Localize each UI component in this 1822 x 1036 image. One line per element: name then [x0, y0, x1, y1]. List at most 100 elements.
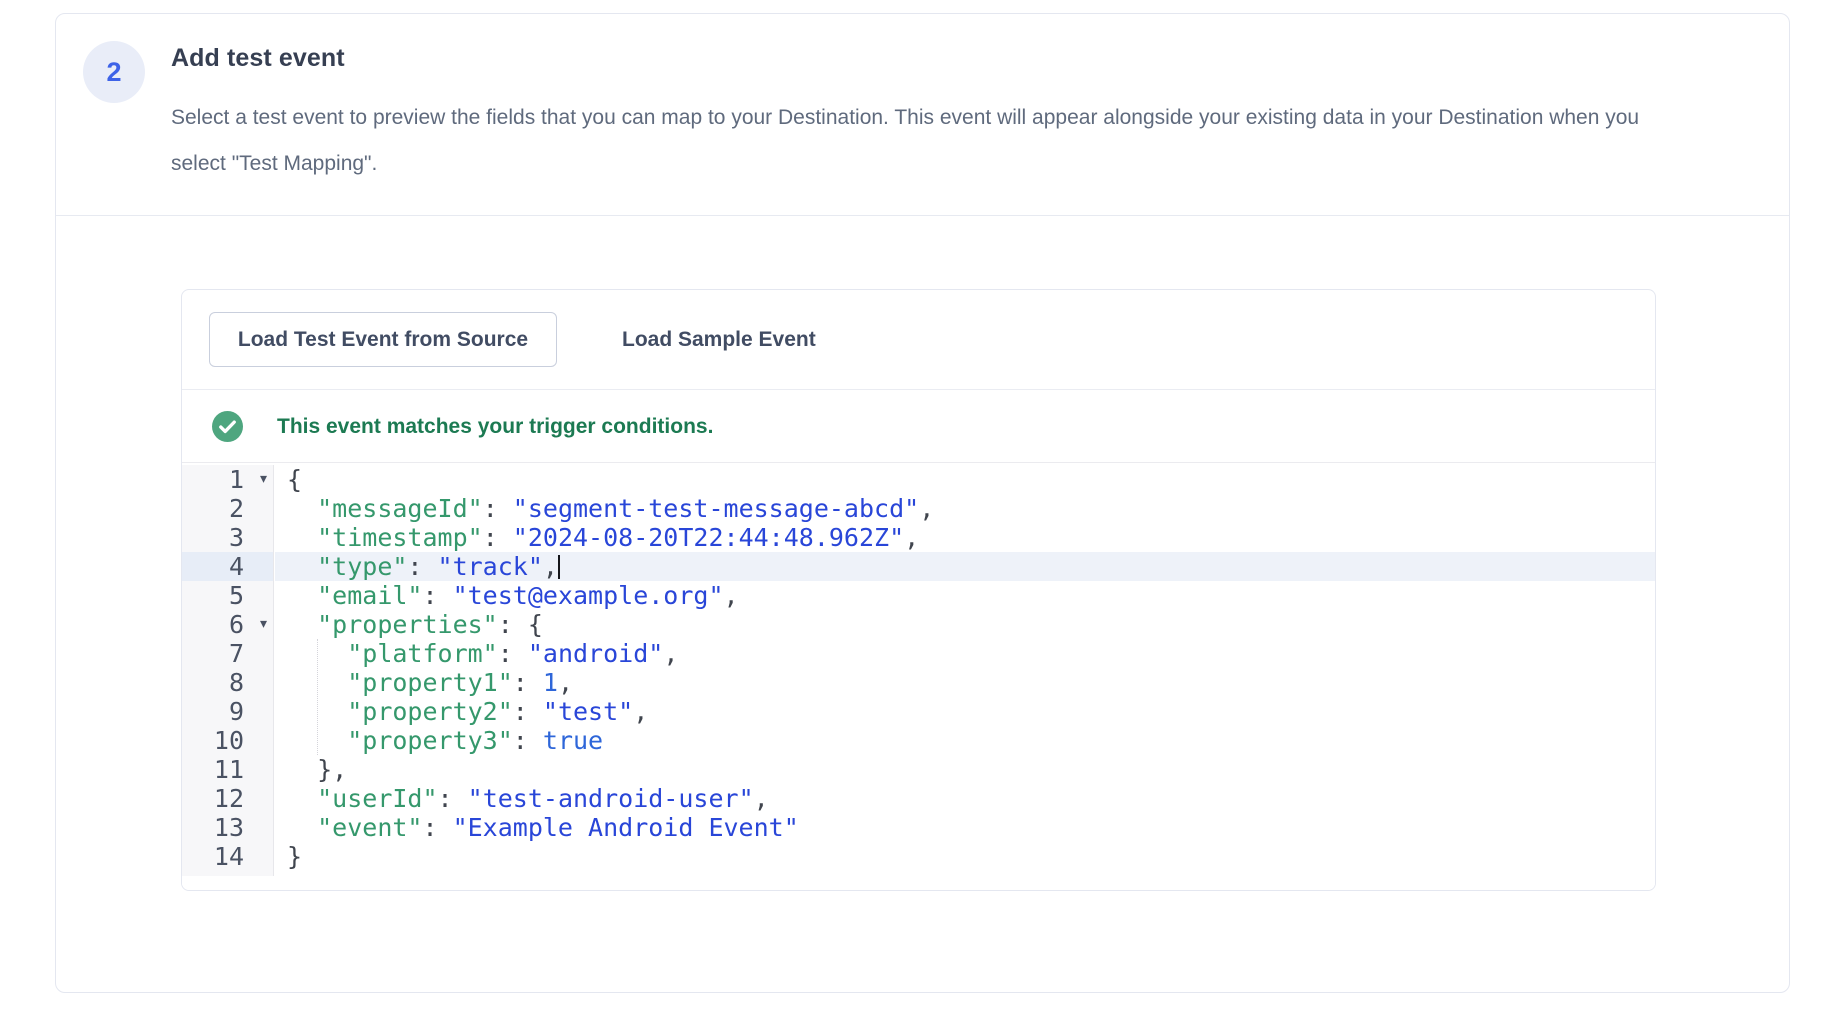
code-line[interactable]: "timestamp": "2024-08-20T22:44:48.962Z",: [275, 523, 1655, 552]
code-token: "property1": [347, 668, 513, 697]
gutter-line: 7: [182, 639, 273, 668]
code-token: "test": [543, 697, 633, 726]
code-line[interactable]: "property1": 1,: [275, 668, 1655, 697]
code-token: "timestamp": [317, 523, 483, 552]
step-description: Select a test event to preview the field…: [171, 95, 1641, 187]
text-cursor: [558, 555, 560, 579]
line-number: 4: [182, 552, 273, 581]
code-lines: { "messageId": "segment-test-message-abc…: [275, 465, 1655, 871]
code-line[interactable]: }: [275, 842, 1655, 871]
code-line[interactable]: "event": "Example Android Event": [275, 813, 1655, 842]
line-number: 10: [182, 726, 273, 755]
code-token: :: [407, 552, 437, 581]
gutter-line: 6▾: [182, 610, 273, 639]
gutter-line: 12: [182, 784, 273, 813]
fold-arrow-icon[interactable]: ▾: [260, 465, 267, 494]
load-sample-event-button[interactable]: Load Sample Event: [622, 312, 816, 367]
test-event-panel: Load Test Event from Source Load Sample …: [181, 289, 1656, 891]
code-token: ,: [633, 697, 648, 726]
code-line[interactable]: "platform": "android",: [275, 639, 1655, 668]
code-token: "2024-08-20T22:44:48.962Z": [513, 523, 904, 552]
line-number: 13: [182, 813, 273, 842]
gutter-line: 8: [182, 668, 273, 697]
status-message: This event matches your trigger conditio…: [277, 390, 713, 463]
code-line[interactable]: "type": "track",: [275, 552, 1655, 581]
line-number: 8: [182, 668, 273, 697]
code-token: "property2": [347, 697, 513, 726]
code-line[interactable]: "properties": {: [275, 610, 1655, 639]
line-number: 14: [182, 842, 273, 871]
code-token: [287, 581, 317, 610]
code-token: "Example Android Event": [453, 813, 799, 842]
code-token: "test@example.org": [453, 581, 724, 610]
code-line[interactable]: "property2": "test",: [275, 697, 1655, 726]
code-line[interactable]: },: [275, 755, 1655, 784]
line-number: 12: [182, 784, 273, 813]
code-token: "email": [317, 581, 422, 610]
code-line[interactable]: "property3": true: [275, 726, 1655, 755]
gutter-line: 4: [182, 552, 273, 581]
code-token: "type": [317, 552, 407, 581]
code-token: [287, 813, 317, 842]
gutter-line: 9: [182, 697, 273, 726]
json-code-editor[interactable]: 1▾23456▾7891011121314 { "messageId": "se…: [182, 465, 1655, 890]
header-divider: [56, 215, 1789, 216]
event-source-toolbar: Load Test Event from Source Load Sample …: [182, 290, 1655, 390]
code-token: "property3": [347, 726, 513, 755]
code-token: },: [287, 755, 347, 784]
code-token: :: [422, 581, 452, 610]
code-token: "messageId": [317, 494, 483, 523]
code-token: :: [483, 494, 513, 523]
gutter-line: 10: [182, 726, 273, 755]
code-token: true: [543, 726, 603, 755]
code-token: ,: [904, 523, 919, 552]
code-line[interactable]: "userId": "test-android-user",: [275, 784, 1655, 813]
indent-guide: [317, 639, 318, 755]
gutter-line: 5: [182, 581, 273, 610]
code-token: : {: [498, 610, 543, 639]
code-token: }: [287, 842, 302, 871]
step-number: 2: [106, 57, 121, 88]
code-token: ,: [754, 784, 769, 813]
gutter-line: 11: [182, 755, 273, 784]
code-token: ,: [724, 581, 739, 610]
line-number: 5: [182, 581, 273, 610]
fold-arrow-icon[interactable]: ▾: [260, 610, 267, 639]
code-line[interactable]: "email": "test@example.org",: [275, 581, 1655, 610]
code-line[interactable]: {: [275, 465, 1655, 494]
gutter-line: 13: [182, 813, 273, 842]
code-token: "properties": [317, 610, 498, 639]
load-test-event-button[interactable]: Load Test Event from Source: [209, 312, 557, 367]
code-line[interactable]: "messageId": "segment-test-message-abcd"…: [275, 494, 1655, 523]
code-token: :: [483, 523, 513, 552]
gutter-line: 1▾: [182, 465, 273, 494]
code-token: "segment-test-message-abcd": [513, 494, 919, 523]
trigger-match-status: This event matches your trigger conditio…: [182, 390, 1655, 463]
code-token: [287, 552, 317, 581]
line-number: 3: [182, 523, 273, 552]
code-token: "platform": [347, 639, 498, 668]
code-token: "android": [528, 639, 663, 668]
line-number: 2: [182, 494, 273, 523]
code-token: :: [438, 784, 468, 813]
code-token: [287, 494, 317, 523]
code-token: "track": [438, 552, 543, 581]
code-token: :: [498, 639, 528, 668]
code-token: "event": [317, 813, 422, 842]
code-token: ,: [919, 494, 934, 523]
gutter-line: 14: [182, 842, 273, 871]
code-token: [287, 784, 317, 813]
code-token: "userId": [317, 784, 437, 813]
editor-gutter: 1▾23456▾7891011121314: [182, 465, 274, 876]
step-number-badge: 2: [83, 41, 145, 103]
line-number: 7: [182, 639, 273, 668]
gutter-line: 2: [182, 494, 273, 523]
code-token: ,: [663, 639, 678, 668]
code-token: :: [513, 668, 543, 697]
code-token: {: [287, 465, 302, 494]
code-token: ,: [543, 552, 558, 581]
gutter-line: 3: [182, 523, 273, 552]
code-token: "test-android-user": [468, 784, 754, 813]
page-title: Add test event: [171, 44, 345, 73]
code-token: :: [513, 697, 543, 726]
